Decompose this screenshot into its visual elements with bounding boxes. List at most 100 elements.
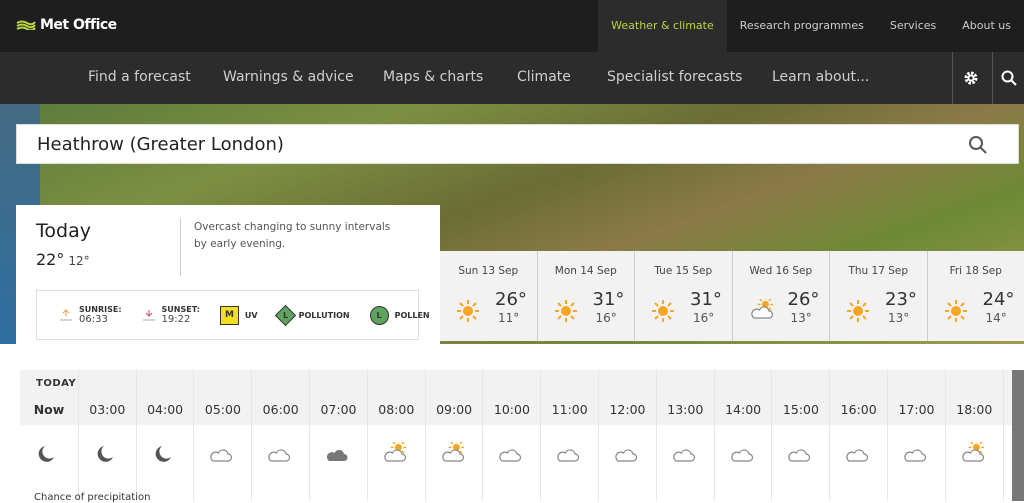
hour-column[interactable]: 18:00 [945,370,1003,501]
nav-item[interactable]: Warnings & advice [223,52,354,102]
sunrise: SUNRISE:06:33 [59,305,122,325]
top-link[interactable]: Weather & climate [598,0,727,52]
cloud-icon [208,442,236,470]
day-low: 13° [791,311,812,325]
hour-time: 04:00 [137,402,194,417]
top-link[interactable]: About us [949,0,1024,52]
today-title: Today [36,220,91,242]
day-date: Sun 13 Sep [440,265,537,277]
nav-item[interactable]: Specialist forecasts [607,52,742,102]
hour-time: 16:00 [830,402,887,417]
cloud-icon [555,442,583,470]
hour-column[interactable]: 10:00 [482,370,540,501]
pollen[interactable]: LPOLLEN [370,306,430,325]
pollen-badge: L [370,306,389,325]
daily-forecast-tabs: Sun 13 Sep26°11°Mon 14 Sep31°16°Tue 15 S… [440,251,1024,341]
today-summary-card: Today 22°12° Overcast changing to sunny … [16,205,440,345]
today-temps: 22°12° [36,250,90,269]
hour-column[interactable]: 16:00 [829,370,887,501]
hour-column[interactable]: Now [20,370,78,501]
cloud-icon [497,442,525,470]
hour-time: 11:00 [541,402,598,417]
day-date: Thu 17 Sep [830,265,927,277]
day-high: 31° [593,289,625,310]
hour-time: 07:00 [310,402,367,417]
met-office-logo[interactable]: Met Office [16,17,117,33]
logo-text: Met Office [40,17,117,33]
top-link[interactable]: Services [877,0,949,52]
today-description: Overcast changing to sunny intervals by … [194,219,404,253]
today-low: 12° [68,254,89,268]
location-search-input[interactable]: Heathrow (Greater London) [16,124,1019,164]
logo-icon [16,20,36,30]
hour-column[interactable]: 07:00 [309,370,367,501]
day-low: 14° [986,311,1007,325]
hour-column[interactable]: 06:00 [251,370,309,501]
sun-icon [944,299,968,327]
hour-time: Now [20,402,78,417]
hour-time: 09:00 [426,402,483,417]
hour-column[interactable]: 09:00 [425,370,483,501]
cloud-icon [729,442,757,470]
hour-column[interactable]: 12:00 [598,370,656,501]
day-date: Mon 14 Sep [538,265,635,277]
location-value: Heathrow (Greater London) [37,134,284,155]
sunrise-time: 06:33 [79,314,122,325]
divider [180,218,181,276]
day-tab[interactable]: Mon 14 Sep 31°16° [538,251,635,341]
nav-item[interactable]: Find a forecast [88,52,191,102]
sunny-cloud-icon [440,442,468,470]
day-high: 26° [495,289,527,310]
main-nav: Find a forecast Warnings & advice Maps & c… [0,52,1024,104]
hour-column[interactable]: 08:00 [367,370,425,501]
sunny-cloud-icon [382,442,410,470]
day-tab[interactable]: Wed 16 Sep26°13° [733,251,830,341]
nav-item[interactable]: Climate [517,52,571,102]
search-button[interactable] [992,52,1024,104]
day-tab[interactable]: Tue 15 Sep 31°16° [635,251,732,341]
day-date: Tue 15 Sep [635,265,732,277]
hour-time: 08:00 [368,402,425,417]
hour-time: 06:00 [252,402,309,417]
top-link[interactable]: Research programmes [727,0,877,52]
hour-time: 05:00 [194,402,251,417]
hourly-scroll-overlay[interactable] [1012,370,1024,501]
sun-icon [554,299,578,327]
hour-time: 03:00 [79,402,136,417]
hour-column[interactable]: 04:00 [136,370,194,501]
uv-index[interactable]: MUV [220,306,258,325]
hour-time: 12:00 [599,402,656,417]
sun-icon [651,299,675,327]
hour-time: 13:00 [657,402,714,417]
nav-item[interactable]: Maps & charts [383,52,483,102]
hour-column[interactable]: 03:00 [78,370,136,501]
pollution[interactable]: LPOLLUTION [278,308,350,323]
hour-column[interactable]: 17:00 [887,370,945,501]
pollution-label: POLLUTION [299,311,350,320]
hour-column[interactable]: 14:00 [714,370,772,501]
nav-item[interactable]: Learn about... [772,52,869,102]
hour-time: 10:00 [483,402,540,417]
uv-badge: M [220,306,239,325]
moon-icon [151,442,179,470]
hour-column[interactable]: 15:00 [771,370,829,501]
search-icon[interactable] [968,135,988,155]
day-low: 16° [596,311,617,325]
hour-time: 18:00 [946,402,1003,417]
cloud-icon [786,442,814,470]
hour-column[interactable]: 05:00 [193,370,251,501]
dark-cloud-icon [324,442,352,470]
sunny-cloud-icon [960,442,988,470]
day-tab[interactable]: Sun 13 Sep 26°11° [440,251,537,341]
hour-column[interactable]: 11:00 [540,370,598,501]
day-date: Fri 18 Sep [928,265,1024,277]
today-facts: SUNRISE:06:33 SUNSET:19:22 MUV LPOLLUTIO… [36,290,419,340]
day-tab[interactable]: Fri 18 Sep24°14° [928,251,1024,341]
day-low: 16° [693,311,714,325]
hour-column[interactable]: 13:00 [656,370,714,501]
settings-button[interactable] [952,52,988,104]
day-low: 11° [498,311,519,325]
day-tab[interactable]: Thu 17 Sep23°13° [830,251,927,341]
day-high: 31° [690,289,722,310]
cloud-icon [613,442,641,470]
